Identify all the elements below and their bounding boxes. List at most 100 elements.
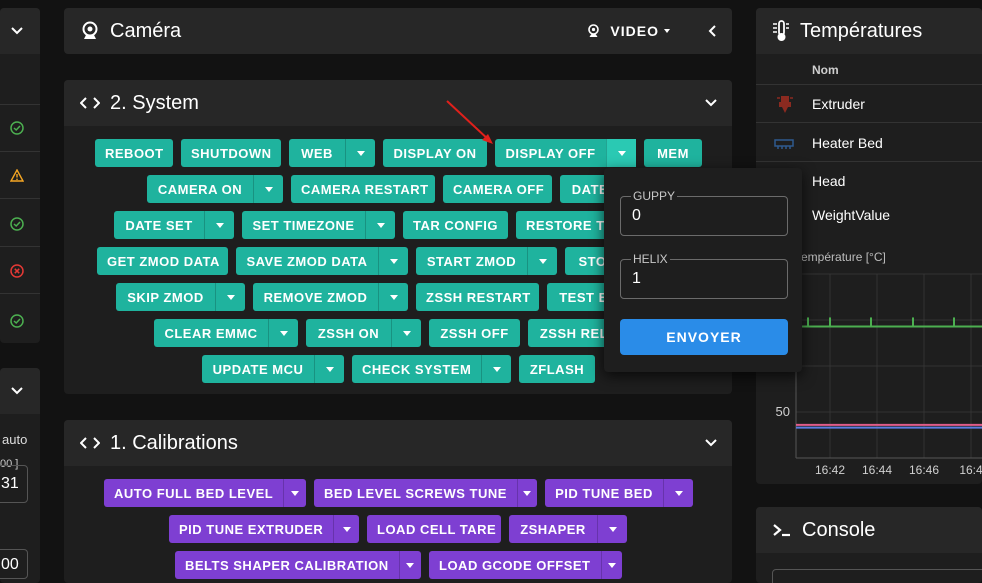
chevron-down-icon[interactable] — [704, 98, 718, 108]
y-tick-label: 50 — [776, 404, 790, 419]
guppy-input[interactable] — [632, 207, 772, 225]
zssh-off-button[interactable]: ZSSH OFF — [429, 319, 520, 347]
chevron-down-icon[interactable] — [10, 386, 24, 396]
helix-field[interactable]: HELIX — [620, 252, 788, 299]
x-tick-label: 16:44 — [862, 463, 892, 477]
value-field-1[interactable]: 31 — [0, 465, 28, 503]
code-icon — [80, 96, 100, 110]
table-row[interactable]: Heater Bed — [756, 124, 982, 162]
remove-zmod-button[interactable]: REMOVE ZMOD — [253, 283, 408, 311]
get-zmod-data-button[interactable]: GET ZMOD DATA — [97, 247, 228, 275]
dropdown-toggle[interactable] — [663, 479, 693, 507]
system-title: 2. System — [110, 91, 199, 114]
zshaper-button[interactable]: ZSHAPER — [509, 515, 627, 543]
dropdown-toggle[interactable] — [268, 319, 298, 347]
dropdown-toggle[interactable] — [345, 139, 375, 167]
caret-down-icon — [664, 29, 670, 33]
dropdown-toggle[interactable] — [333, 515, 359, 543]
load-gcode-offset-button[interactable]: LOAD GCODE OFFSET — [429, 551, 622, 579]
start-zmod-button[interactable]: START ZMOD — [416, 247, 557, 275]
thermometer-icon — [772, 20, 790, 42]
reboot-button[interactable]: REBOOT — [95, 139, 173, 167]
left-panel-top — [0, 8, 40, 343]
webcam-icon — [80, 21, 100, 41]
camera-title: Caméra — [110, 19, 182, 42]
zssh-restart-button[interactable]: ZSSH RESTART — [416, 283, 539, 311]
table-row[interactable]: Extruder — [756, 85, 982, 123]
dropdown-toggle[interactable] — [365, 211, 395, 239]
dropdown-toggle[interactable] — [398, 551, 421, 579]
dropdown-toggle[interactable] — [527, 247, 557, 275]
console-title: Console — [802, 518, 876, 541]
arrow-annotation-icon — [446, 100, 493, 144]
dropdown-toggle[interactable] — [204, 211, 234, 239]
error-circle-icon — [10, 264, 24, 283]
zflash-button[interactable]: ZFLASH — [519, 355, 595, 383]
date-set-button[interactable]: DATE SET — [114, 211, 234, 239]
chevron-down-icon[interactable] — [10, 26, 24, 36]
value-field-2[interactable]: 00 — [0, 549, 28, 579]
camera-on-button[interactable]: CAMERA ON — [147, 175, 283, 203]
auto-label: auto — [2, 432, 28, 447]
check-circle-icon — [10, 314, 24, 333]
shutdown-button[interactable]: SHUTDOWN — [181, 139, 281, 167]
display-off-options-menu: GUPPY HELIX ENVOYER — [604, 168, 802, 372]
webcam-small-icon — [587, 24, 600, 38]
dropdown-toggle[interactable] — [378, 283, 408, 311]
mem-button[interactable]: MEM — [644, 139, 702, 167]
check-system-button[interactable]: CHECK SYSTEM — [352, 355, 511, 383]
load-cell-tare-button[interactable]: LOAD CELL TARE — [367, 515, 501, 543]
check-circle-icon — [10, 121, 24, 140]
terminal-icon — [772, 523, 792, 537]
zssh-on-button[interactable]: ZSSH ON — [306, 319, 421, 347]
dropdown-toggle[interactable] — [215, 283, 245, 311]
x-tick-label: 16:4 — [959, 463, 982, 477]
display-off-button[interactable]: DISPLAY OFF — [495, 139, 636, 167]
video-label: VIDEO — [610, 23, 659, 39]
chart-title: empérature [°C] — [801, 250, 886, 264]
set-timezone-button[interactable]: SET TIMEZONE — [242, 211, 395, 239]
column-header-name: Nom — [812, 63, 839, 77]
save-zmod-data-button[interactable]: SAVE ZMOD DATA — [236, 247, 408, 275]
warning-icon — [9, 168, 25, 187]
dropdown-toggle[interactable] — [314, 355, 344, 383]
camera-restart-button[interactable]: CAMERA RESTART — [291, 175, 435, 203]
chevron-left-icon[interactable] — [708, 24, 718, 38]
skip-zmod-button[interactable]: SKIP ZMOD — [116, 283, 245, 311]
video-menu-button[interactable]: VIDEO — [587, 23, 670, 39]
pid-tune-extruder-button[interactable]: PID TUNE EXTRUDER — [169, 515, 359, 543]
guppy-field[interactable]: GUPPY — [620, 189, 788, 236]
x-tick-label: 16:42 — [815, 463, 845, 477]
send-button[interactable]: ENVOYER — [620, 319, 788, 355]
dropdown-toggle[interactable] — [516, 479, 537, 507]
x-tick-label: 16:46 — [909, 463, 939, 477]
dropdown-toggle[interactable] — [378, 247, 408, 275]
dropdown-toggle[interactable] — [253, 175, 283, 203]
calibrations-title: 1. Calibrations — [110, 431, 238, 454]
clear-emmc-button[interactable]: CLEAR EMMC — [154, 319, 298, 347]
update-mcu-button[interactable]: UPDATE MCU — [202, 355, 344, 383]
chevron-down-icon[interactable] — [704, 438, 718, 448]
code-icon — [80, 436, 100, 450]
belts-shaper-calibration-button[interactable]: BELTS SHAPER CALIBRATION — [175, 551, 421, 579]
auto-full-bed-level-button[interactable]: AUTO FULL BED LEVEL — [104, 479, 306, 507]
pid-tune-bed-button[interactable]: PID TUNE BED — [545, 479, 693, 507]
heater-bed-icon — [774, 138, 794, 150]
dropdown-toggle[interactable] — [597, 515, 627, 543]
temperatures-title: Températures — [800, 19, 923, 42]
extruder-icon — [776, 95, 794, 115]
check-circle-icon — [10, 217, 24, 236]
dropdown-toggle[interactable] — [283, 479, 306, 507]
dropdown-toggle[interactable] — [391, 319, 421, 347]
console-input[interactable] — [772, 569, 982, 583]
dropdown-toggle[interactable] — [481, 355, 511, 383]
helix-input[interactable] — [632, 270, 772, 288]
tar-config-button[interactable]: TAR CONFIG — [403, 211, 508, 239]
web-button[interactable]: WEB — [289, 139, 375, 167]
console-card: Console — [756, 507, 982, 583]
bed-level-screws-tune-button[interactable]: BED LEVEL SCREWS TUNE — [314, 479, 537, 507]
dropdown-toggle[interactable] — [606, 139, 636, 167]
dropdown-toggle[interactable] — [600, 551, 623, 579]
camera-card: Caméra VIDEO — [64, 8, 732, 54]
camera-off-button[interactable]: CAMERA OFF — [443, 175, 552, 203]
